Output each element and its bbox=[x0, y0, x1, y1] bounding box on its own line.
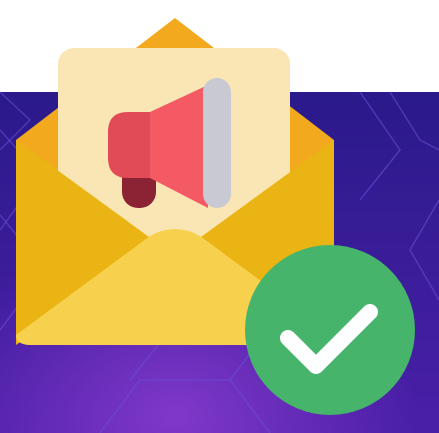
success-badge bbox=[245, 245, 415, 415]
illustration-stage bbox=[0, 0, 439, 433]
email-announcement-illustration bbox=[0, 18, 439, 433]
